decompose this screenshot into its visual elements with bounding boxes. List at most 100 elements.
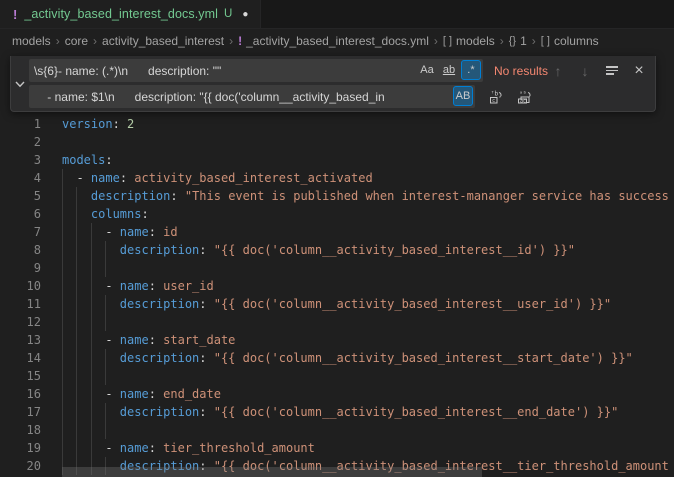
code-line[interactable]: 6 columns: [0, 205, 674, 223]
indent-guide [76, 367, 77, 385]
code-line[interactable]: 11 description: "{{ doc('column__activit… [0, 295, 674, 313]
indent-guide [91, 385, 92, 403]
code-line[interactable]: 1version: 2 [0, 115, 674, 133]
editor-pane[interactable]: 1version: 223models:4 - name: activity_b… [0, 52, 674, 477]
token: "{{ doc('column__activity_based_interest… [214, 405, 619, 419]
line-number[interactable]: 6 [0, 205, 41, 223]
toggle-replace-button[interactable] [11, 56, 29, 111]
line-number[interactable]: 17 [0, 403, 41, 421]
code-line[interactable]: 2 [0, 133, 674, 151]
tab-filename: _activity_based_interest_docs.yml [24, 7, 218, 21]
token: : [199, 351, 213, 365]
line-number[interactable]: 14 [0, 349, 41, 367]
git-untracked-badge: U [224, 8, 232, 20]
selection-icon [606, 66, 618, 75]
token: models [62, 153, 105, 167]
next-match-button[interactable]: ↓ [575, 61, 595, 81]
indent-guide [76, 331, 77, 349]
find-options: Aa ab .* [417, 60, 481, 80]
line-number[interactable]: 7 [0, 223, 41, 241]
token: end_date [163, 387, 221, 401]
indent-guide [62, 313, 63, 331]
code-line[interactable]: 3 models: [0, 151, 674, 169]
token: - [62, 171, 91, 185]
line-number[interactable]: 9 [0, 259, 41, 277]
yml-icon: ! [238, 34, 242, 48]
previous-match-button[interactable]: ↑ [548, 61, 568, 81]
breadcrumb-separator-icon: › [500, 34, 504, 48]
preserve-case-button[interactable]: AB [453, 86, 473, 106]
breadcrumb-item[interactable]: models [12, 34, 51, 48]
match-case-button[interactable]: Aa [417, 60, 437, 80]
line-number[interactable]: 13 [0, 331, 41, 349]
line-number[interactable]: 11 [0, 295, 41, 313]
breadcrumb-item[interactable]: activity_based_interest [102, 34, 224, 48]
code-line[interactable]: 17 description: "{{ doc('column__activit… [0, 403, 674, 421]
breadcrumb-label: models [456, 34, 495, 48]
line-number[interactable]: 18 [0, 421, 41, 439]
dirty-indicator-icon[interactable]: ● [242, 9, 248, 20]
line-number[interactable]: 12 [0, 313, 41, 331]
line-number[interactable]: 4 [0, 169, 41, 187]
code-line[interactable]: 16 - name: end_date [0, 385, 674, 403]
indent-guide [62, 241, 63, 259]
line-number[interactable]: 5 [0, 187, 41, 205]
code-line[interactable]: 5 description: "This event is published … [0, 187, 674, 205]
code-line[interactable]: 8 description: "{{ doc('column__activity… [0, 241, 674, 259]
replace-all-button[interactable]: ᵃᵇ ac [515, 87, 535, 107]
code-line[interactable]: 7 - name: id [0, 223, 674, 241]
find-in-selection-button[interactable] [602, 61, 622, 81]
line-number[interactable]: 1 [0, 115, 41, 133]
code-line[interactable]: 12 [0, 313, 674, 331]
whole-word-button[interactable]: ab [439, 60, 459, 80]
horizontal-scrollbar[interactable] [62, 467, 482, 477]
line-number[interactable]: 19 [0, 439, 41, 457]
code-text: - name: id [62, 223, 674, 241]
line-number[interactable]: 2 [0, 133, 41, 151]
code-line[interactable]: 10 - name: user_id [0, 277, 674, 295]
indent-guide [91, 331, 92, 349]
code-line[interactable]: 18 [0, 421, 674, 439]
indent-guide [91, 277, 92, 295]
line-number[interactable]: 3 [0, 151, 41, 169]
code-text [62, 259, 674, 277]
code-text: - name: end_date [62, 385, 674, 403]
breadcrumb-item[interactable]: [ ]columns [541, 34, 599, 48]
breadcrumb-item[interactable]: !_activity_based_interest_docs.yml [238, 34, 429, 48]
line-number[interactable]: 16 [0, 385, 41, 403]
code-line[interactable]: 9 [0, 259, 674, 277]
line-number[interactable]: 20 [0, 457, 41, 475]
svg-text:ac: ac [520, 98, 526, 104]
breadcrumb-item[interactable]: {}1 [509, 34, 527, 48]
breadcrumb-item[interactable]: [ ]models [443, 34, 495, 48]
code-line[interactable]: 15 [0, 367, 674, 385]
breadcrumb-separator-icon: › [532, 34, 536, 48]
code-line[interactable]: 19 - name: tier_threshold_amount [0, 439, 674, 457]
indent-guide [76, 259, 77, 277]
code-line[interactable]: 13 - name: start_date [0, 331, 674, 349]
replace-row: - name: $1\n description: "{{ doc('colum… [29, 85, 651, 108]
code-line[interactable]: 14 description: "{{ doc('column__activit… [0, 349, 674, 367]
regex-button[interactable]: .* [461, 60, 481, 80]
indent-guide [76, 349, 77, 367]
line-number[interactable]: 8 [0, 241, 41, 259]
token: description [120, 405, 199, 419]
editor-tab[interactable]: ! _activity_based_interest_docs.yml U ● [0, 0, 261, 28]
token: : [199, 405, 213, 419]
code-text: models: [62, 151, 674, 169]
breadcrumb-label: activity_based_interest [102, 34, 224, 48]
indent-guide [62, 367, 63, 385]
find-replace-widget: \s{6}- name: (.*)\n description: "" Aa a… [10, 56, 656, 112]
replace-options: AB [453, 86, 473, 106]
replace-button[interactable]: ᶠb c [486, 87, 506, 107]
breadcrumb-item[interactable]: core [65, 34, 88, 48]
find-input[interactable]: \s{6}- name: (.*)\n description: "" Aa a… [29, 59, 483, 82]
code-line[interactable]: 4 - name: activity_based_interest_activa… [0, 169, 674, 187]
replace-input[interactable]: - name: $1\n description: "{{ doc('colum… [29, 85, 475, 108]
svg-text:c: c [492, 98, 495, 104]
line-number[interactable]: 10 [0, 277, 41, 295]
close-find-widget-button[interactable]: × [629, 61, 649, 81]
line-number[interactable]: 15 [0, 367, 41, 385]
chevron-down-icon [14, 78, 26, 90]
code-area: 1version: 223models:4 - name: activity_b… [0, 115, 674, 475]
